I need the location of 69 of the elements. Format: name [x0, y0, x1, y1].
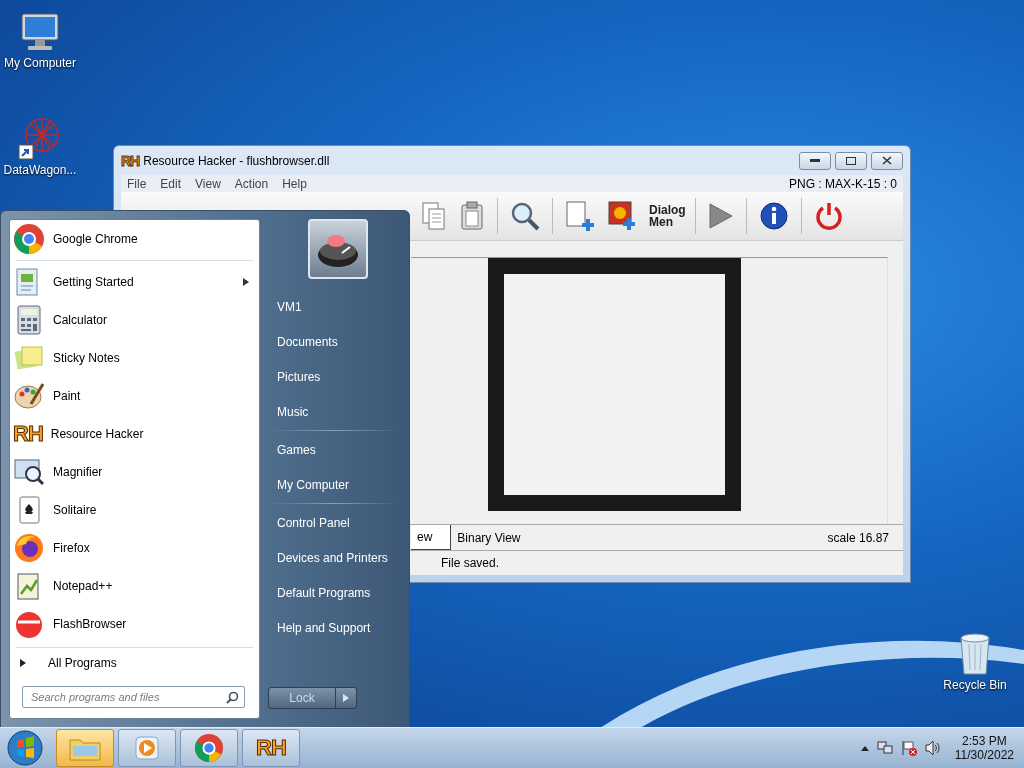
program-item[interactable]: Calculator — [10, 301, 259, 339]
scale-label: scale 16.87 — [827, 530, 890, 545]
resource-hacker-icon: RH — [13, 423, 43, 445]
volume-icon[interactable] — [924, 740, 941, 756]
program-item[interactable]: Google Chrome — [10, 220, 259, 258]
program-item[interactable]: Magnifier — [10, 453, 259, 491]
taskbar-button[interactable] — [118, 729, 176, 767]
program-item[interactable]: Paint — [10, 377, 259, 415]
all-programs-item[interactable]: All Programs — [10, 650, 259, 676]
menu-item[interactable]: File — [127, 176, 147, 191]
window-title: Resource Hacker - flushbrowser.dll — [143, 153, 331, 168]
format-info: PNG : MAX-K-15 : 0 — [788, 176, 897, 191]
desktop-icon-label[interactable]: My Computer — [4, 56, 76, 70]
status-text: File saved. — [441, 556, 500, 570]
start-menu-link[interactable]: Default Programs — [268, 575, 399, 610]
minimize-icon — [810, 158, 820, 163]
close-button[interactable] — [871, 151, 903, 170]
chrome-icon — [194, 733, 224, 763]
firefox-icon — [13, 532, 45, 564]
view-tab[interactable]: Binary View — [451, 525, 539, 550]
program-item[interactable]: Getting Started — [10, 263, 259, 301]
clock[interactable]: 2:53 PM 11/30/2022 — [954, 734, 1014, 762]
menu-item[interactable]: Action — [234, 176, 269, 191]
play-icon[interactable] — [708, 202, 734, 230]
search-icon — [226, 691, 239, 704]
lock-options-button[interactable] — [336, 687, 357, 709]
app-icon: RH — [121, 153, 140, 168]
program-item[interactable]: Sticky Notes — [10, 339, 259, 377]
program-item[interactable]: RH Resource Hacker — [10, 415, 259, 453]
restore-icon — [846, 156, 856, 165]
magnifier-icon — [13, 456, 45, 488]
program-item[interactable]: Firefox — [10, 529, 259, 567]
start-menu-link[interactable]: Documents — [268, 324, 399, 359]
power-icon[interactable] — [814, 201, 844, 231]
program-item[interactable]: Solitaire — [10, 491, 259, 529]
taskbar-button[interactable] — [180, 729, 238, 767]
start-menu-link[interactable]: Music — [268, 394, 399, 429]
dialog-menu-button[interactable]: Dialog Men — [649, 204, 683, 228]
chrome-icon — [13, 223, 45, 255]
add-image-icon[interactable] — [607, 200, 637, 232]
start-menu-link[interactable]: Games — [268, 432, 399, 467]
start-menu-link[interactable]: Devices and Printers — [268, 540, 399, 575]
search-icon[interactable] — [510, 201, 540, 231]
view-tab[interactable]: ew — [411, 525, 452, 550]
minimize-button[interactable] — [799, 151, 831, 170]
start-menu-link[interactable]: Pictures — [268, 359, 399, 394]
start-menu-link[interactable]: Help and Support — [268, 610, 399, 645]
menu-item[interactable]: View — [195, 176, 221, 191]
network-icon[interactable] — [876, 740, 893, 756]
flag-warning-icon[interactable] — [900, 740, 917, 756]
add-document-icon[interactable] — [565, 200, 595, 232]
start-menu-link[interactable]: My Computer — [268, 467, 399, 502]
arrow-icon — [20, 659, 26, 667]
start-menu-link[interactable]: VM1 — [268, 289, 399, 324]
close-icon — [882, 156, 892, 165]
desktop-icon-label[interactable]: Recycle Bin — [943, 678, 1007, 692]
program-item[interactable]: FlashBrowser — [10, 605, 259, 643]
arrow-icon — [343, 694, 349, 702]
paste-icon[interactable] — [459, 201, 485, 231]
start-menu-link[interactable]: Control Panel — [268, 505, 399, 540]
search-field[interactable]: Search programs and files — [22, 686, 245, 708]
program-item[interactable]: Notepad++ — [10, 567, 259, 605]
show-hidden-icons-arrow[interactable] — [860, 745, 869, 751]
info-icon[interactable] — [759, 201, 789, 231]
desktop-icon-label[interactable]: DataWagon... — [3, 163, 77, 177]
restore-button[interactable] — [835, 151, 867, 170]
media-player-icon — [133, 734, 161, 762]
menu-item[interactable]: Help — [282, 176, 307, 191]
menu-item[interactable]: Edit — [160, 176, 182, 191]
